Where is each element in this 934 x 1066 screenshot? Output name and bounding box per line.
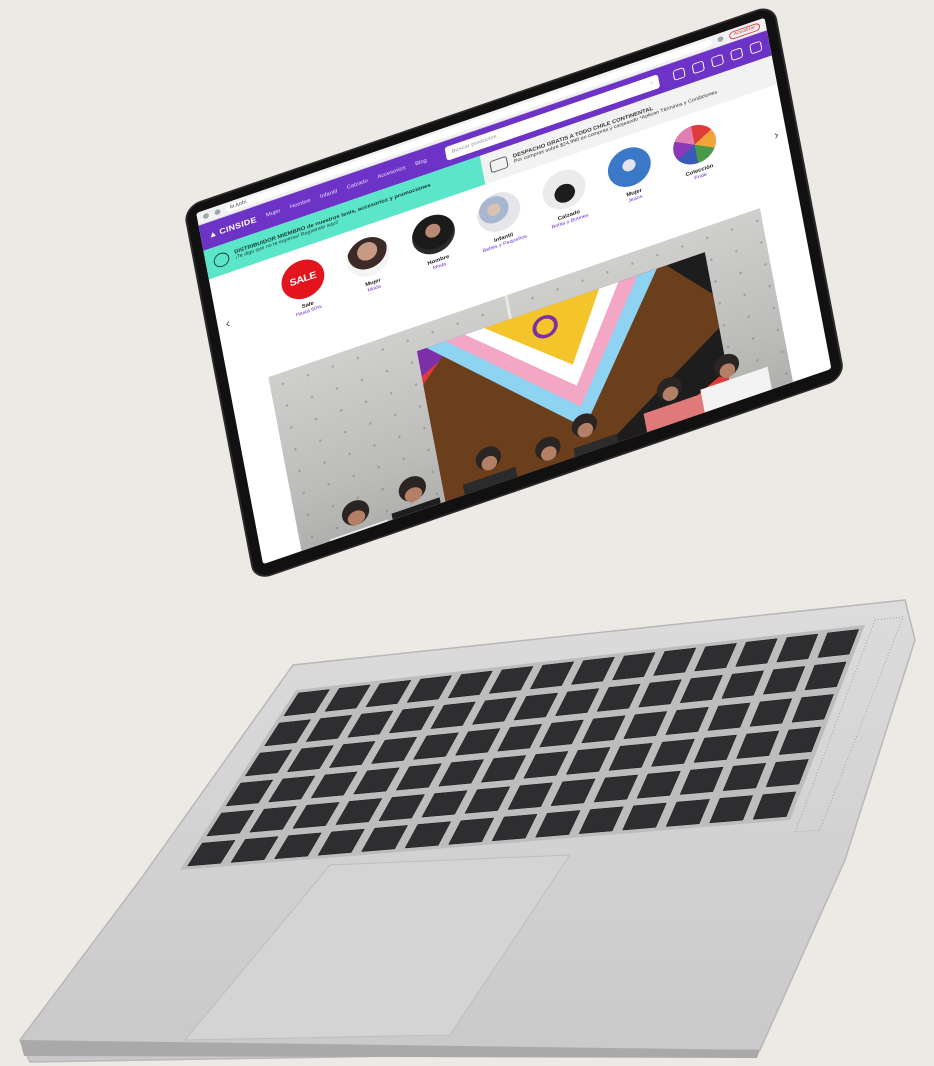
sale-badge: SALE [278,253,328,306]
cart-icon[interactable] [749,40,763,55]
category-photo-kids [474,186,524,238]
mail-icon[interactable] [691,60,705,75]
category-item[interactable]: SALE Sale Hasta 60% [273,252,335,323]
category-photo-jeans [604,141,654,193]
nav-link-blog[interactable]: Blog [415,158,427,167]
truck-icon [489,155,509,174]
carousel-prev-icon[interactable]: ‹ [224,316,231,331]
nav-link-infantil[interactable]: Infantil [320,189,338,200]
reload-icon[interactable] [214,208,221,216]
category-item[interactable]: Hombre Moda [404,207,466,278]
category-photo-boots [539,163,589,216]
extension-icon[interactable] [717,35,724,43]
browser-screen: la.kobi Actualizar ▲ CINSIDE Mujer Hombr… [196,17,832,565]
category-item[interactable]: Colección Pride [665,117,727,188]
nav-link-hombre[interactable]: Hombre [290,198,311,210]
chat-icon[interactable] [308,546,331,565]
logo-mark-icon: ▲ [207,228,219,240]
category-item[interactable]: Calzado Botas y Botines [535,162,597,233]
category-item[interactable]: Infantil Bebés y Pequeños [469,185,531,256]
carousel-next-icon[interactable]: › [773,127,780,142]
search-icon[interactable]: ⌕ [650,80,654,87]
logo-text: CINSIDE [218,215,258,237]
laptop-lid: la.kobi Actualizar ▲ CINSIDE Mujer Hombr… [0,0,934,1066]
category-item[interactable]: Mujer Jeans [600,140,662,211]
back-icon[interactable] [202,212,210,220]
no-symbol-icon [212,250,231,270]
category-item[interactable]: Mujer Moda [339,230,401,301]
user-icon[interactable] [672,66,686,81]
nav-link-calzado[interactable]: Calzado [346,178,368,190]
nav-link-accesorios[interactable]: Accesorios [377,165,406,180]
nav-link-mujer[interactable]: Mujer [266,208,281,218]
screen-bezel: la.kobi Actualizar ▲ CINSIDE Mujer Hombr… [185,6,844,580]
category-photo-woman [343,231,393,283]
heart-icon[interactable] [729,47,744,62]
store-icon[interactable] [710,53,725,68]
category-photo-man [408,208,459,261]
